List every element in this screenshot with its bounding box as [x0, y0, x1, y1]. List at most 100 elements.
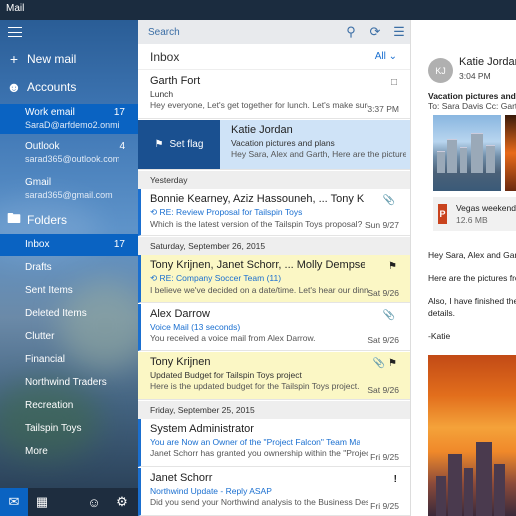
- message-item[interactable]: System Administrator You are Now an Owne…: [138, 419, 410, 467]
- message-date: Fri 9/25: [370, 452, 399, 462]
- message-item[interactable]: Bonnie Kearney, Aziz Hassouneh, ... Tony…: [138, 189, 410, 236]
- window-title: Mail: [0, 0, 516, 20]
- attachment-icon: 📎: [382, 310, 395, 321]
- importance-icon: !: [393, 474, 397, 485]
- folder-clutter[interactable]: Clutter: [0, 326, 138, 348]
- hamburger-menu-icon[interactable]: [8, 27, 22, 37]
- feedback-smiley-icon[interactable]: ☺: [80, 488, 108, 516]
- message-subject: Updated Budget for Tailspin Toys project: [150, 370, 302, 380]
- reading-sender[interactable]: Katie Jordan: [459, 56, 516, 68]
- flag-icon: ⚑: [154, 139, 164, 150]
- message-date: 3:37 PM: [367, 104, 399, 114]
- inline-image-sunset-city: [428, 355, 516, 516]
- folder-title: Inbox: [150, 49, 180, 64]
- message-list-pane: Search ⚲ ⟳ ☰ Inbox All ⌄ Garth Fort Lunc…: [138, 20, 411, 516]
- message-item[interactable]: Garth Fort Lunch Hey everyone, Let's get…: [138, 71, 410, 119]
- message-sender: Janet Schorr: [150, 472, 213, 484]
- message-date: Sun 9/27: [364, 220, 399, 230]
- message-subject: Voice Mail (13 seconds): [150, 322, 241, 332]
- attachment-size: 12.6 MB: [455, 215, 488, 225]
- date-group-header: Yesterday: [138, 171, 410, 189]
- accounts-header[interactable]: ☻ Accounts: [0, 77, 138, 97]
- navigation-pane: + New mail ☻ Accounts Work email 17 Sara…: [0, 20, 138, 516]
- search-icon[interactable]: ⚲: [339, 24, 363, 40]
- folder-deleted-items[interactable]: Deleted Items: [0, 303, 138, 325]
- message-date: Sat 9/26: [367, 288, 399, 298]
- message-preview: Which is the latest version of the Tails…: [150, 219, 363, 229]
- attachment-name: Vegas weekend: [455, 203, 516, 213]
- message-sender: Garth Fort: [150, 75, 201, 87]
- plus-icon: +: [9, 51, 19, 67]
- settings-gear-icon[interactable]: ⚙: [108, 488, 136, 516]
- app-switcher: ✉ ▦ ☺ ⚙: [0, 488, 138, 516]
- message-subject: Vacation pictures and plans: [231, 138, 335, 148]
- new-mail-button[interactable]: + New mail: [0, 49, 138, 69]
- calendar-icon[interactable]: ▦: [28, 488, 56, 516]
- message-sender: Tony Krijnen, Janet Schorr, ... Molly De…: [150, 259, 365, 271]
- message-item[interactable]: Janet Schorr Northwind Update - Reply AS…: [138, 468, 410, 516]
- message-preview: Did you send your Northwind analysis to …: [150, 497, 368, 507]
- folder-more[interactable]: More: [0, 441, 138, 463]
- account-outlook[interactable]: Outlook 4 sarad365@outlook.com: [0, 141, 138, 169]
- folder-drafts[interactable]: Drafts: [0, 257, 138, 279]
- reading-pane: KJ Katie Jordan 3:04 PM Vacation picture…: [411, 20, 516, 516]
- date-group-header: Friday, September 25, 2015: [138, 401, 410, 419]
- set-flag-swipe-action[interactable]: ⚑ Set flag: [138, 120, 220, 169]
- folder-northwind-traders[interactable]: Northwind Traders: [0, 372, 138, 394]
- message-sender: Bonnie Kearney, Aziz Hassouneh, ... Tony…: [150, 193, 365, 205]
- filter-dropdown[interactable]: All ⌄: [375, 51, 397, 62]
- powerpoint-icon: P: [438, 204, 447, 224]
- person-icon: ☻: [6, 79, 22, 95]
- folder-header: Inbox All ⌄: [138, 44, 410, 70]
- sync-icon[interactable]: ⟳: [363, 24, 387, 40]
- search-bar: Search ⚲ ⟳ ☰: [138, 20, 410, 44]
- reading-recipients: To: Sara Davis Cc: Garth Fort: [428, 101, 516, 111]
- flag-icon[interactable]: ⚑: [388, 358, 397, 369]
- message-sender: Alex Darrow: [150, 308, 210, 320]
- message-item-selected[interactable]: ⚑ Set flag Katie Jordan Vacation picture…: [138, 120, 410, 170]
- message-preview: Hey Sara, Alex and Garth, Here are the p…: [231, 149, 406, 159]
- message-item[interactable]: Tony Krijnen, Janet Schorr, ... Molly De…: [138, 255, 410, 303]
- folder-recreation[interactable]: Recreation: [0, 395, 138, 417]
- message-sender: Tony Krijnen: [150, 356, 211, 368]
- message-preview: I believe we've decided on a date/time. …: [150, 285, 368, 295]
- search-input[interactable]: Search: [148, 27, 339, 38]
- message-subject: Lunch: [150, 89, 174, 99]
- attachment-icon: 📎: [372, 358, 385, 369]
- message-subject: ⟲ RE: Review Proposal for Tailspin Toys: [150, 207, 303, 217]
- folder-tailspin-toys[interactable]: Tailspin Toys: [0, 418, 138, 440]
- selection-mode-icon[interactable]: ☰: [387, 24, 410, 40]
- account-work-email[interactable]: Work email 17 SaraD@arfdemo2.onmic...: [0, 104, 138, 134]
- reading-subject: Vacation pictures and plans: [428, 91, 516, 101]
- folder-inbox[interactable]: Inbox 17: [0, 234, 138, 256]
- attachment-icon: 📎: [382, 195, 395, 206]
- message-preview: You received a voice mail from Alex Darr…: [150, 333, 316, 343]
- folder-financial[interactable]: Financial: [0, 349, 138, 371]
- message-sender: Katie Jordan: [231, 124, 293, 136]
- reading-time: 3:04 PM: [459, 71, 491, 81]
- sender-avatar: KJ: [428, 58, 453, 83]
- flag-icon[interactable]: ⚑: [388, 261, 397, 272]
- mail-icon[interactable]: ✉: [0, 488, 28, 516]
- attachment-image-city[interactable]: [433, 115, 501, 191]
- message-date: Sat 9/26: [367, 385, 399, 395]
- attachment-image-sunset[interactable]: [505, 115, 516, 191]
- unread-count: 17: [113, 107, 125, 118]
- message-sender: System Administrator: [150, 423, 254, 435]
- folders-header[interactable]: 🖿 Folders: [0, 210, 138, 230]
- message-item[interactable]: Tony Krijnen Updated Budget for Tailspin…: [138, 352, 410, 400]
- message-date: Fri 9/25: [370, 501, 399, 511]
- folder-sent-items[interactable]: Sent Items: [0, 280, 138, 302]
- unread-count: 4: [119, 141, 125, 152]
- message-subject: Northwind Update - Reply ASAP: [150, 486, 272, 496]
- message-item[interactable]: Alex Darrow Voice Mail (13 seconds) You …: [138, 304, 410, 351]
- unread-count: 17: [113, 239, 125, 250]
- attachment-file[interactable]: P Vegas weekend 12.6 MB: [433, 197, 516, 231]
- account-gmail[interactable]: Gmail sarad365@gmail.com: [0, 177, 138, 205]
- message-preview: Here is the updated budget for the Tails…: [150, 381, 360, 391]
- message-date: Sat 9/26: [367, 335, 399, 345]
- folder-icon: 🖿: [7, 210, 21, 226]
- message-subject: ⟲ RE: Company Soccer Team (11): [150, 273, 282, 283]
- message-subject: You are Now an Owner of the "Project Fal…: [150, 437, 360, 447]
- message-preview: Janet Schorr has granted you ownership w…: [150, 448, 368, 458]
